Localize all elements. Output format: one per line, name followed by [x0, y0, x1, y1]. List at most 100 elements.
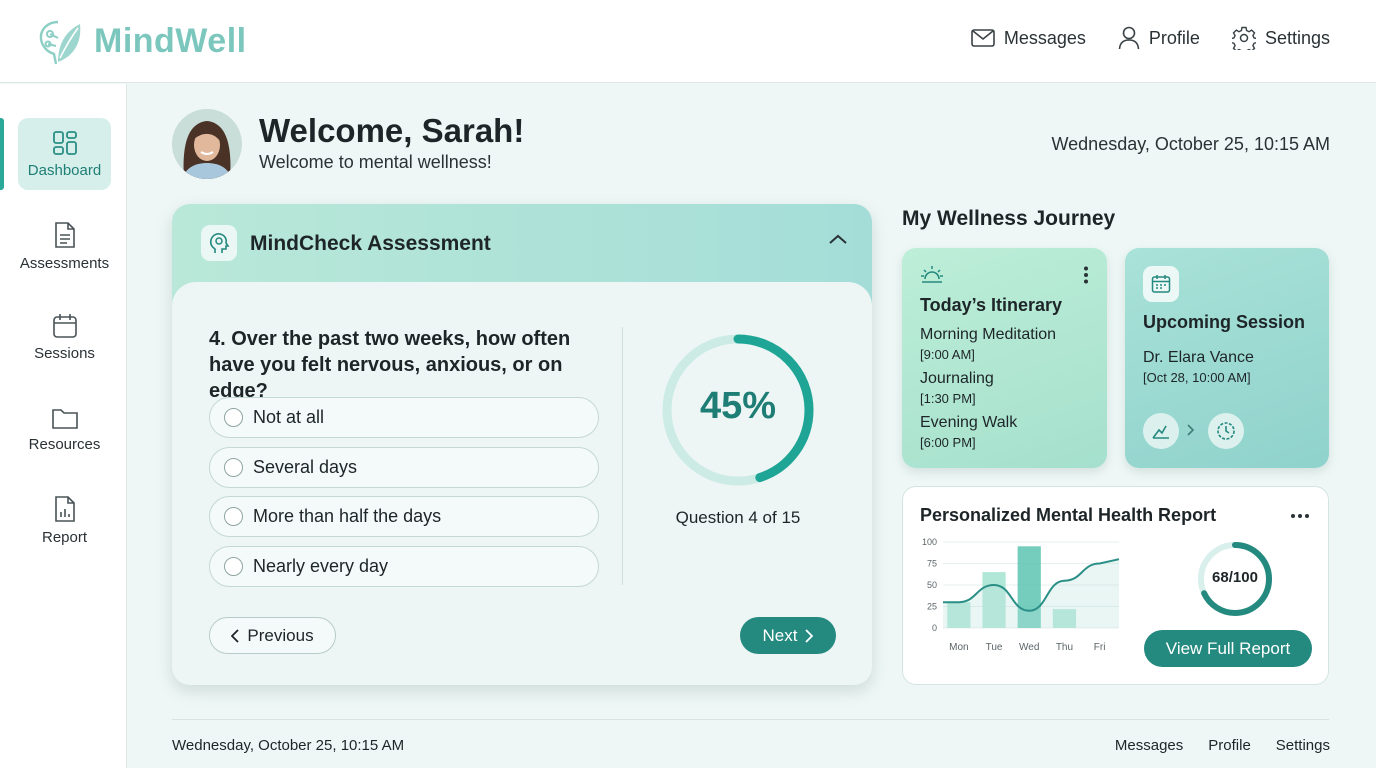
- chevron-right-icon: [1187, 423, 1195, 437]
- dashboard-icon: [52, 130, 78, 156]
- radio-button[interactable]: [224, 408, 243, 427]
- chevron-left-icon: [231, 628, 240, 643]
- option-label: Nearly every day: [253, 556, 389, 576]
- radio-button[interactable]: [224, 458, 243, 477]
- score-ring: 68/100: [1197, 541, 1273, 617]
- envelope-icon: [971, 29, 995, 47]
- option-label: More than half the days: [253, 506, 442, 526]
- weekly-chart: 0 25 50 75 100 Mon Tue Wed Thu Fri: [922, 537, 1120, 653]
- chevron-right-icon: [805, 628, 814, 643]
- sidebar-item-dashboard[interactable]: Dashboard: [18, 118, 111, 190]
- itinerary-item-time: [9:00 AM]: [920, 347, 975, 362]
- progress-percent: 45%: [699, 385, 777, 427]
- user-icon: [1118, 26, 1140, 50]
- itinerary-title: Today’s Itinerary: [920, 295, 1063, 315]
- more-horizontal-icon[interactable]: [1290, 513, 1310, 519]
- clock-icon: [1216, 421, 1236, 441]
- y-tick-label: 25: [927, 602, 937, 612]
- journey-title: My Wellness Journey: [902, 207, 1116, 230]
- welcome-subtitle: Welcome to mental wellness!: [259, 152, 492, 172]
- assessment-card: MindCheck Assessment 4. Over the past tw…: [172, 204, 872, 685]
- profile-nav[interactable]: Profile: [1118, 26, 1200, 50]
- assessment-header[interactable]: MindCheck Assessment: [172, 204, 872, 282]
- x-tick-label: Mon: [949, 642, 968, 653]
- next-button[interactable]: Next: [740, 617, 836, 654]
- option-nearly-every-day[interactable]: Nearly every day: [209, 546, 599, 587]
- divider: [622, 327, 623, 585]
- brand-name: MindWell: [94, 21, 247, 60]
- settings-nav[interactable]: Settings: [1231, 26, 1330, 50]
- stethoscope-button[interactable]: [1143, 413, 1179, 449]
- previous-label: Previous: [247, 625, 314, 645]
- itinerary-card[interactable]: Today’s Itinerary Morning Meditation [9:…: [902, 248, 1107, 468]
- x-tick-label: Thu: [1056, 642, 1073, 653]
- sidebar-item-label: Assessments: [19, 254, 110, 272]
- gear-icon: [1231, 26, 1256, 50]
- itinerary-item-time: [6:00 PM]: [920, 435, 976, 450]
- profile-label: Profile: [1148, 27, 1200, 48]
- document-icon: [53, 221, 77, 249]
- footer-link-settings[interactable]: Settings: [1276, 737, 1330, 754]
- brand[interactable]: MindWell: [36, 16, 247, 66]
- settings-label: Settings: [1264, 27, 1330, 48]
- messages-label: Messages: [1003, 27, 1086, 48]
- current-datetime: Wednesday, October 25, 10:15 AM: [1051, 134, 1331, 154]
- radio-button[interactable]: [224, 507, 243, 526]
- score-value: 68/100: [1212, 569, 1258, 586]
- schedule-button[interactable]: [1208, 413, 1244, 449]
- avatar[interactable]: [172, 109, 242, 179]
- session-time: [Oct 28, 10:00 AM]: [1143, 370, 1251, 385]
- option-more-than-half[interactable]: More than half the days: [209, 496, 599, 537]
- calendar-icon: [52, 313, 78, 339]
- assessment-title: MindCheck Assessment: [250, 232, 491, 255]
- x-tick-label: Tue: [986, 642, 1003, 653]
- sidebar-item-assessments[interactable]: Assessments: [18, 210, 111, 282]
- footer-datetime: Wednesday, October 25, 10:15 AM: [172, 737, 405, 754]
- sidebar-item-label: Resources: [28, 435, 101, 453]
- itinerary-item-name: Evening Walk: [920, 414, 1018, 431]
- y-tick-label: 75: [927, 559, 937, 569]
- y-tick-label: 0: [932, 623, 937, 633]
- radio-button[interactable]: [224, 557, 243, 576]
- upcoming-session-card[interactable]: Upcoming Session Dr. Elara Vance [Oct 28…: [1125, 248, 1329, 468]
- footer-link-messages[interactable]: Messages: [1115, 737, 1183, 754]
- sidebar-item-label: Sessions: [34, 344, 95, 362]
- option-label: Not at all: [253, 407, 325, 427]
- y-tick-label: 100: [922, 537, 937, 547]
- sidebar-item-resources[interactable]: Resources: [18, 393, 111, 465]
- footer-links: Messages Profile Settings: [1115, 737, 1330, 754]
- session-doctor: Dr. Elara Vance: [1143, 349, 1254, 366]
- itinerary-item-name: Journaling: [920, 370, 994, 387]
- view-full-report-button[interactable]: View Full Report: [1144, 630, 1312, 667]
- question-text: 4. Over the past two weeks, how often ha…: [209, 328, 571, 402]
- option-label: Several days: [253, 457, 358, 477]
- sun-icon: [920, 264, 944, 286]
- option-not-at-all[interactable]: Not at all: [209, 397, 599, 438]
- assessment-body: 4. Over the past two weeks, how often ha…: [172, 282, 872, 685]
- footer-link-profile[interactable]: Profile: [1208, 737, 1251, 754]
- collapse-chevron-up-icon[interactable]: [828, 232, 848, 246]
- progress-label: Question 4 of 15: [675, 508, 801, 527]
- messages-nav[interactable]: Messages: [971, 28, 1086, 49]
- brain-leaf-logo-icon: [36, 16, 84, 66]
- next-label: Next: [762, 625, 798, 645]
- sidebar-item-sessions[interactable]: Sessions: [18, 301, 111, 373]
- progress-ring: 45%: [658, 330, 818, 490]
- itinerary-item-name: Morning Meditation: [920, 326, 1057, 343]
- y-tick-label: 50: [927, 580, 937, 590]
- welcome-heading: Welcome, Sarah!: [259, 112, 525, 149]
- stethoscope-icon: [1151, 422, 1171, 440]
- report-title: Personalized Mental Health Report: [920, 505, 1217, 525]
- top-nav: Messages Profile Settings: [971, 26, 1330, 50]
- footer-divider: [172, 719, 1329, 720]
- option-several-days[interactable]: Several days: [209, 447, 599, 488]
- top-bar: MindWell Messages Profile Settings: [0, 0, 1376, 83]
- previous-button[interactable]: Previous: [209, 617, 336, 654]
- mental-health-report-card: Personalized Mental Health Report 0 25 50 7…: [902, 486, 1329, 685]
- sidebar-active-indicator: [0, 118, 4, 190]
- x-tick-label: Fri: [1094, 642, 1106, 653]
- itinerary-item-time: [1:30 PM]: [920, 391, 976, 406]
- report-icon: [53, 495, 77, 523]
- sidebar-item-report[interactable]: Report: [18, 484, 111, 556]
- kebab-menu-icon[interactable]: [1083, 266, 1089, 284]
